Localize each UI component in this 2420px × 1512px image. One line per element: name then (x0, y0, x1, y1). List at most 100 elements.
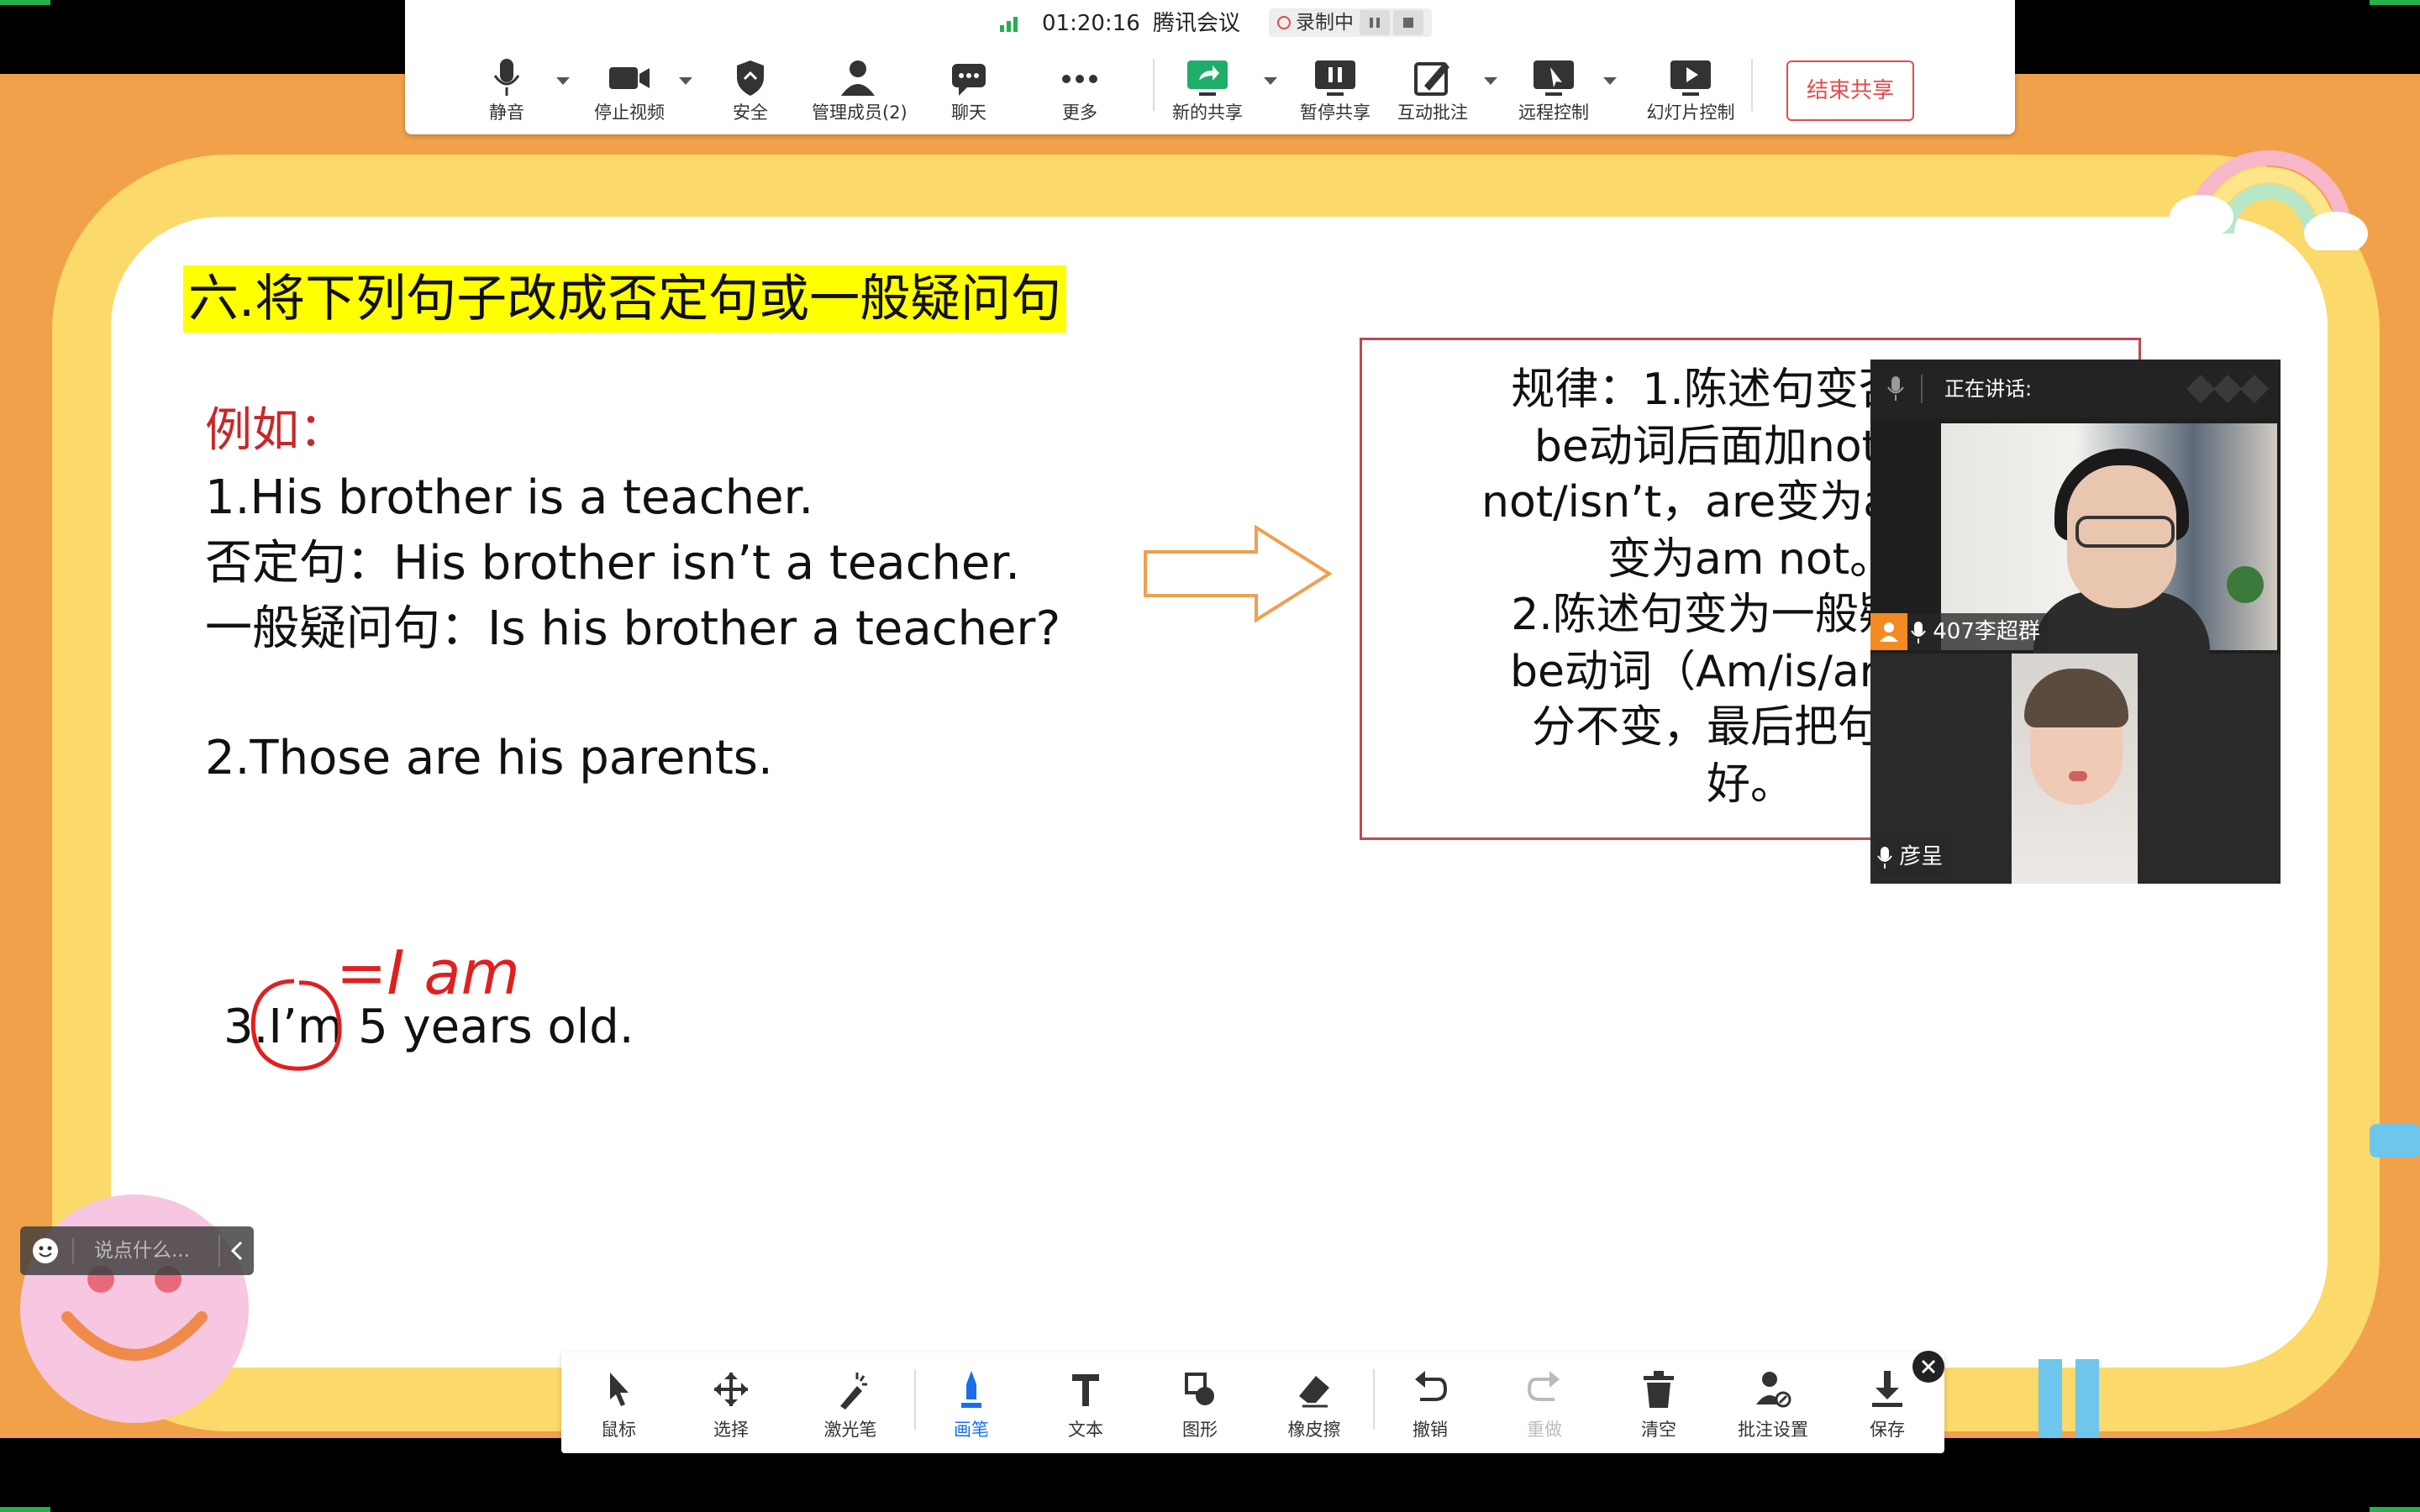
blue-decoration-bottom (2039, 1359, 2062, 1438)
share-corner-br (2370, 1507, 2420, 1512)
quick-chat-input[interactable]: 说点什么... (20, 1226, 254, 1275)
mute-options-caret[interactable] (556, 77, 570, 85)
text-tool-button[interactable]: 文本 (1044, 1369, 1128, 1441)
user-settings-icon (1756, 1372, 1791, 1408)
annotation-options-caret[interactable] (1484, 77, 1497, 85)
chat-button[interactable]: 聊天 (923, 57, 1015, 124)
recording-indicator: 录制中 (1269, 8, 1432, 37)
pause-share-icon (1315, 60, 1355, 96)
user-icon (1880, 622, 1898, 642)
microphone-icon (1887, 376, 1904, 401)
participant-1-name: 407李超群 (1933, 619, 2040, 644)
laser-pen-icon (840, 1373, 867, 1410)
shape-tool-button[interactable]: 图形 (1158, 1369, 1242, 1441)
redo-button[interactable]: 重做 (1502, 1369, 1586, 1441)
remote-options-caret[interactable] (1603, 77, 1617, 85)
annotation-settings-button[interactable]: 批注设置 (1731, 1369, 1815, 1441)
video-camera-icon (609, 67, 650, 89)
participant-video-2[interactable]: 彦呈 (1870, 654, 2281, 884)
security-button[interactable]: 安全 (704, 57, 797, 124)
slideshow-icon (1670, 60, 1711, 96)
remote-control-icon (1534, 60, 1574, 96)
more-dots-icon (1062, 75, 1097, 83)
toolbar-divider (1153, 59, 1155, 111)
slideshow-control-button[interactable]: 幻灯片控制 (1634, 57, 1748, 124)
slide-title: 六.将下列句子改成否定句或一般疑问句 (183, 265, 1067, 333)
members-icon (841, 60, 875, 96)
share-corner-tr (2370, 0, 2420, 5)
annotate-icon (1414, 62, 1449, 96)
pen-tool-button[interactable]: 画笔 (929, 1369, 1013, 1441)
toolbar-divider (1373, 1369, 1375, 1430)
microphone-icon (1877, 846, 1892, 869)
remote-control-button[interactable]: 远程控制 (1507, 57, 1600, 124)
video-panel-header[interactable]: 正在讲话: (1870, 360, 2281, 418)
shield-icon (737, 60, 764, 96)
pen-annotation-text: =I am (336, 937, 520, 1008)
video-panel[interactable]: 正在讲话: 407李超群 彦呈 (1870, 360, 2281, 884)
sentence-2: 2.Those are his parents. (205, 731, 773, 785)
example-question: 一般疑问句：Is his brother a teacher? (205, 601, 1061, 656)
meeting-toolbar: 01:20:16 腾讯会议 录制中 静音 停止视频 安全 管理成员(2) 聊天 … (405, 0, 2015, 134)
divider (218, 1235, 220, 1267)
stop-video-button[interactable]: 停止视频 (583, 57, 676, 124)
interactive-annotation-button[interactable]: 互动批注 (1386, 57, 1479, 124)
undo-button[interactable]: 撤销 (1388, 1369, 1472, 1441)
new-share-button[interactable]: 新的共享 (1161, 57, 1254, 124)
move-icon (714, 1373, 748, 1406)
close-toolbar-icon[interactable] (1911, 1349, 1946, 1384)
microphone-icon (493, 59, 520, 96)
video-options-caret[interactable] (679, 77, 692, 85)
participant-1-name-tag: 407李超群 (1907, 613, 2049, 650)
chat-bubble-icon (952, 64, 986, 96)
example-negative: 否定句：His brother isn’t a teacher. (205, 536, 1021, 591)
example-sentence-1: 1.His brother is a teacher. (205, 470, 814, 525)
laser-pointer-button[interactable]: 激光笔 (808, 1369, 892, 1441)
chevron-left-icon[interactable] (229, 1240, 247, 1262)
toolbar-divider (1751, 59, 1753, 111)
redo-icon (1527, 1371, 1560, 1401)
share-corner-tl (0, 0, 50, 5)
stop-recording-button[interactable] (1393, 10, 1423, 35)
annotation-toolbar: 鼠标 选择 激光笔 画笔 文本 图形 橡皮擦 撤销 重做 清空 批注设置 保存 (561, 1352, 1944, 1453)
trash-icon (1644, 1371, 1674, 1408)
cursor-arrow-icon (610, 1373, 629, 1406)
arrow-shape (1144, 525, 1333, 622)
lips (2069, 771, 2087, 781)
more-button[interactable]: 更多 (1034, 57, 1126, 124)
participant-2-name: 彦呈 (1899, 844, 1944, 869)
undo-icon (1415, 1371, 1448, 1401)
manage-members-button[interactable]: 管理成员(2) (812, 57, 908, 124)
pause-share-button[interactable]: 暂停共享 (1289, 57, 1381, 124)
rainbow-decoration (2170, 150, 2368, 250)
share-options-caret[interactable] (1264, 77, 1277, 85)
speaking-label: 正在讲话: (1944, 377, 2033, 401)
microphone-icon (1911, 621, 1926, 643)
mouse-tool-button[interactable]: 鼠标 (576, 1369, 660, 1441)
layout-toggle-icon[interactable] (2186, 375, 2270, 403)
select-tool-button[interactable]: 选择 (689, 1369, 773, 1441)
glasses (2075, 516, 2175, 548)
signal-icon (1000, 17, 1018, 32)
emoji-icon[interactable] (32, 1237, 59, 1264)
eraser-tool-button[interactable]: 橡皮擦 (1272, 1369, 1356, 1441)
example-label: 例如： (205, 403, 346, 458)
clear-button[interactable]: 清空 (1617, 1369, 1701, 1441)
toolbar-divider (914, 1369, 916, 1430)
text-icon (1072, 1374, 1099, 1406)
participant-2-name-tag: 彦呈 (1874, 838, 1952, 875)
download-icon (1872, 1371, 1902, 1407)
meeting-timer: 01:20:16 (1042, 11, 1140, 36)
meeting-app-name: 腾讯会议 (1153, 11, 1241, 36)
shape-icon (1185, 1373, 1214, 1405)
mute-button[interactable]: 静音 (460, 57, 553, 124)
pause-recording-button[interactable] (1360, 10, 1390, 35)
share-corner-bl (0, 1507, 50, 1512)
screen-share-icon (1187, 60, 1228, 96)
stop-icon (1403, 18, 1413, 28)
chat-placeholder: 说点什么... (94, 1240, 190, 1262)
pause-icon (1370, 18, 1380, 28)
plant (2227, 566, 2264, 603)
end-share-button[interactable]: 结束共享 (1786, 60, 1914, 121)
recording-dot-icon (1277, 16, 1291, 29)
